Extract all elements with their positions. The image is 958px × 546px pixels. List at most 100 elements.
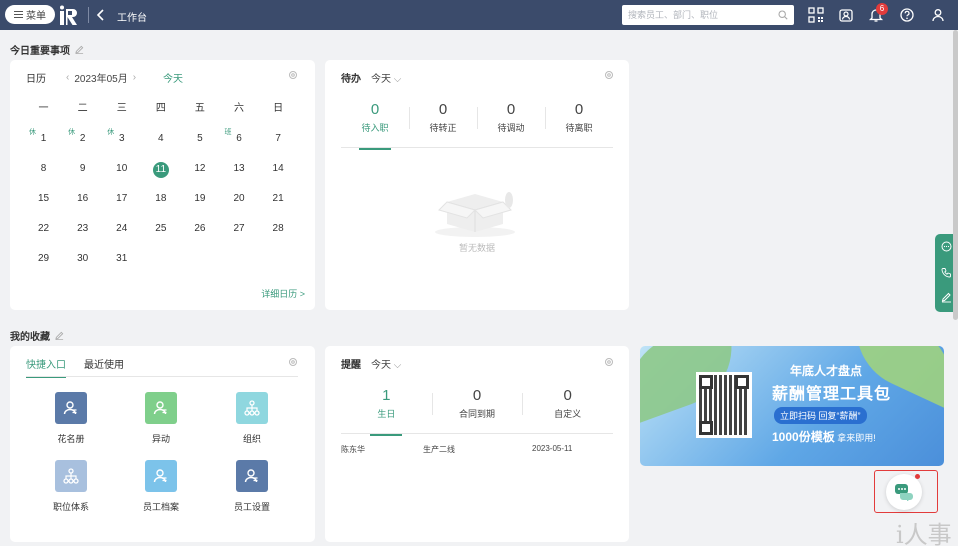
position-tree-icon [55,460,87,492]
calendar-day-number: 12 [194,163,206,174]
stat-item[interactable]: 0 待入职 [341,101,409,134]
calendar-day[interactable]: 23 [63,222,102,252]
calendar-day[interactable]: 31 [102,252,141,282]
scrollbar[interactable] [953,30,958,320]
calendar-day[interactable]: 29 [24,252,63,282]
calendar-day[interactable]: 28 [259,222,298,252]
user-icon[interactable] [930,7,946,23]
calendar-card: 日历 ‹ 2023年05月 › 今天 一二三四五六日休1休2休345班67891… [10,60,315,310]
stat-count: 1 [382,387,391,404]
stat-item[interactable]: 1 生日 [352,387,420,420]
calendar-day[interactable]: 休3 [102,129,141,162]
calendar-day[interactable]: 15 [24,192,63,222]
calendar-day-tag: 休 [29,129,36,136]
chat-button[interactable] [886,474,922,510]
calendar-day[interactable]: 21 [259,192,298,222]
calendar-day[interactable]: 9 [63,162,102,192]
search-input[interactable] [622,5,772,25]
calendar-day-number: 30 [77,253,89,264]
quick-entry-label: 员工设置 [233,502,270,512]
calendar-day[interactable]: 5 [180,132,219,162]
menu-button[interactable]: 菜单 [5,5,55,24]
reminder-filter-dropdown[interactable]: 今天 ⌵ [371,356,401,371]
calendar-day[interactable]: 27 [219,222,258,252]
calendar-detail-link[interactable]: 详细日历 > [261,287,305,300]
search-icon[interactable] [778,10,788,20]
tab-recent[interactable]: 最近使用 [84,356,124,378]
calendar-day[interactable]: 13 [219,162,258,192]
stat-item[interactable]: 0 待调动 [477,101,545,134]
calendar-day[interactable]: 20 [219,192,258,222]
calendar-day-tag: 休 [68,129,76,136]
prev-month-icon[interactable]: ‹ [66,72,69,83]
calendar-day-number: 9 [79,163,86,174]
calendar-day[interactable]: 16 [63,192,102,222]
stat-item[interactable]: 0 待离职 [545,101,613,134]
calendar-weekday: 四 [155,103,166,114]
quick-entry-label: 花名册 [57,434,85,444]
favorites-tabs: 快捷入口 最近使用 [26,356,124,378]
calendar-day-number: 11 [152,162,169,178]
calendar-day-number: 24 [116,223,128,234]
calendar-day[interactable]: 12 [180,162,219,192]
ihr-logo-icon[interactable] [60,5,82,25]
calendar-day[interactable]: 14 [259,162,298,192]
edit-icon[interactable] [75,45,84,54]
search-box[interactable] [622,5,794,25]
reminder-header: 提醒 今天 ⌵ [341,356,401,371]
calendar-day[interactable]: 10 [102,162,141,192]
quick-entry-tile[interactable]: 员工档案 [131,460,191,513]
calendar-day[interactable]: 4 [141,132,180,162]
help-icon[interactable] [899,7,915,23]
calendar-day[interactable]: 7 [259,132,298,162]
quick-entry-tile[interactable]: 员工设置 [222,460,282,513]
calendar-day-today[interactable]: 11 [141,162,180,192]
calendar-day-number: 22 [37,223,50,234]
banner-line2: 薪酬管理工具包 [772,386,892,403]
calendar-day-number: 6 [236,133,242,144]
calendar-day[interactable]: 19 [180,192,219,222]
quick-entry-tile[interactable]: 组织 [222,392,282,445]
contacts-icon[interactable] [838,7,854,23]
calendar-day[interactable]: 25 [141,222,180,252]
quick-entry-tile[interactable]: 花名册 [41,392,101,445]
stat-item[interactable]: 0 待转正 [409,101,477,134]
calendar-today-button[interactable]: 今天 [163,70,183,85]
breadcrumb: 工作台 [117,13,147,24]
gear-icon[interactable] [288,70,298,80]
chat-unread-dot [915,474,920,479]
calendar-day-number: 29 [37,253,50,264]
calendar-day[interactable]: 8 [24,162,63,192]
calendar-day[interactable]: 休1 [24,129,63,162]
stat-item[interactable]: 0 合同到期 [443,387,511,420]
calendar-day[interactable]: 30 [63,252,102,282]
back-icon[interactable] [96,9,106,21]
promo-banner[interactable]: 年底人才盘点 薪酬管理工具包 立即扫码 回复“薪酬” 1000份模板 拿来即用! [640,346,944,466]
tab-quick-entry[interactable]: 快捷入口 [26,356,66,378]
calendar-day[interactable]: 26 [180,222,219,252]
empty-box-icon [435,192,515,237]
calendar-day-number: 7 [275,133,281,144]
calendar-day[interactable]: 休2 [63,129,102,162]
calendar-day[interactable]: 18 [141,192,180,222]
qr-code-icon[interactable] [808,7,824,23]
gear-icon[interactable] [604,70,614,80]
favorites-card: 快捷入口 最近使用 花名册 异动 组织职位体系 员工档案 员工设置 [10,346,315,542]
next-month-icon[interactable]: › [133,72,136,83]
todo-header: 待办 今天 ⌵ [341,70,401,85]
gear-icon[interactable] [604,357,614,367]
stat-item[interactable]: 0 自定义 [534,387,602,420]
calendar-day[interactable]: 17 [102,192,141,222]
calendar-day[interactable]: 24 [102,222,141,252]
gear-icon[interactable] [288,357,298,367]
edit-icon[interactable] [55,331,64,340]
quick-entry-tile[interactable]: 异动 [131,392,191,445]
edit-icon[interactable] [941,292,952,303]
chat-bubble-icon[interactable] [941,241,952,252]
calendar-day[interactable]: 班6 [219,129,258,162]
calendar-day[interactable]: 22 [24,222,63,252]
quick-entry-tile[interactable]: 职位体系 [41,460,101,513]
phone-icon[interactable] [941,267,952,278]
stat-count: 0 [472,387,482,404]
todo-filter-dropdown[interactable]: 今天 ⌵ [371,70,401,85]
